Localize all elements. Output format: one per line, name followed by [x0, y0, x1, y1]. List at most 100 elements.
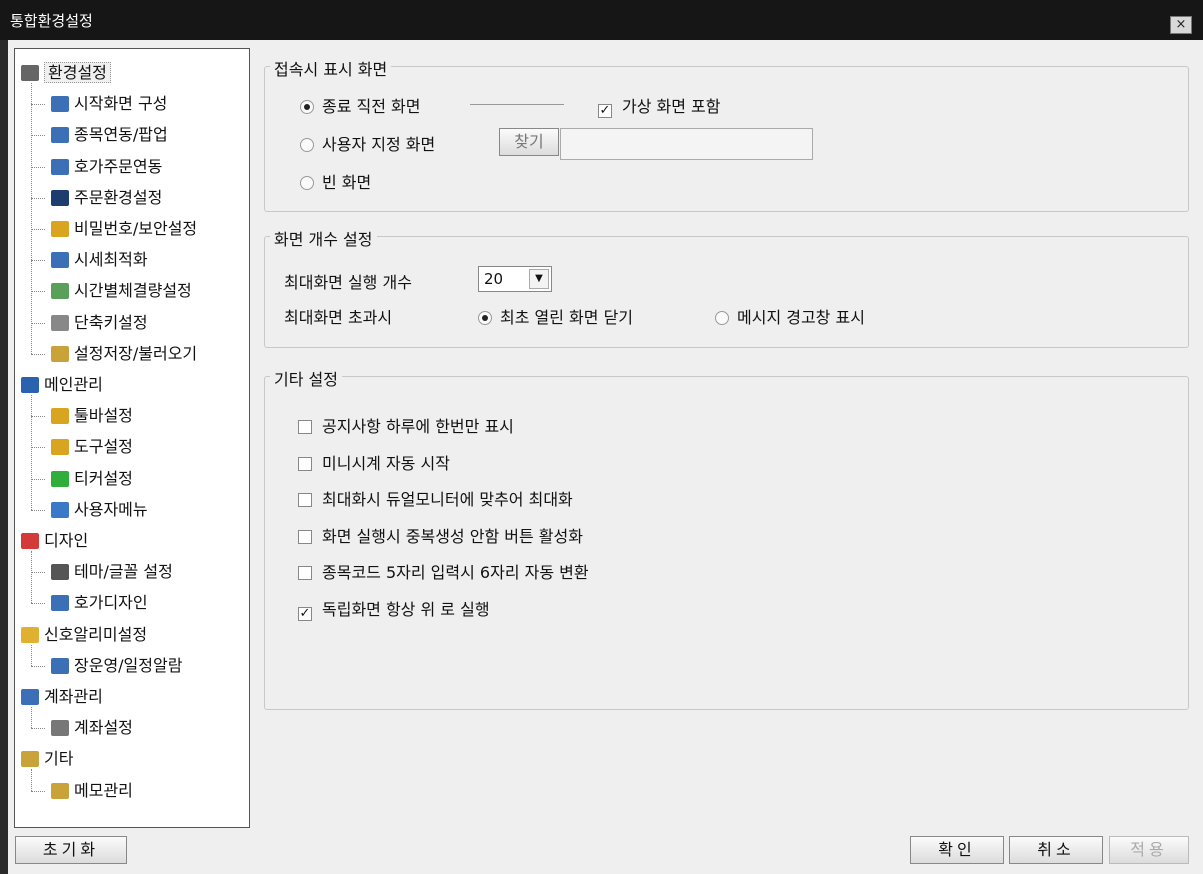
checkbox-box[interactable]: [298, 456, 312, 471]
window-title: 통합환경설정: [10, 12, 93, 30]
tree-connector: [31, 447, 45, 449]
tree-subitem-label: 주문환경설정: [74, 187, 163, 207]
tree-subitem[interactable]: 단축키설정: [51, 309, 148, 337]
startup-legend: 접속시 표시 화면: [270, 56, 392, 80]
tree-branch-line: [31, 644, 32, 666]
etc-option-label: 종목코드 5자리 입력시 6자리 자동 변환: [322, 563, 589, 582]
tree-subitem-label: 호가주문연동: [74, 156, 163, 176]
tree-subitem[interactable]: 툴바설정: [51, 402, 133, 430]
tree-item-main[interactable]: 메인관리: [21, 371, 103, 399]
tree-branch-line: [31, 707, 32, 729]
reset-button[interactable]: 초기화: [15, 836, 127, 864]
tree-item-etc[interactable]: 기타: [21, 745, 73, 773]
checkbox-box[interactable]: ✓: [298, 606, 312, 621]
screen-icon: [51, 96, 69, 113]
radio-user-screen[interactable]: 사용자 지정 화면: [300, 131, 435, 155]
radio-indicator[interactable]: [300, 100, 314, 114]
tree-subitem[interactable]: 주문환경설정: [51, 184, 162, 212]
tree-subitem[interactable]: 장운영/일정알람: [51, 652, 182, 680]
etc-option-label: 최대화시 듀얼모니터에 맞추어 최대화: [322, 490, 573, 509]
tree-subitem-label: 테마/글꼴 설정: [74, 562, 173, 582]
tree-branch-line: [31, 551, 32, 604]
cancel-button[interactable]: 취소: [1009, 836, 1103, 864]
find-button[interactable]: 찾기: [499, 128, 559, 156]
tools-icon: [51, 439, 69, 456]
etc-option-checkbox[interactable]: 미니시계 자동 시작: [298, 450, 450, 474]
folder-icon: [51, 345, 69, 362]
tree-subitem[interactable]: 시작화면 구성: [51, 90, 167, 118]
tree-subitem[interactable]: 계좌설정: [51, 714, 133, 742]
radio-indicator[interactable]: [300, 138, 314, 152]
screen-path-input[interactable]: [560, 128, 813, 160]
radio-indicator[interactable]: [300, 176, 314, 190]
etc-option-label: 미니시계 자동 시작: [322, 453, 450, 473]
tree-subitem[interactable]: 도구설정: [51, 433, 133, 461]
tree-item-signal[interactable]: 신호알리미설정: [21, 621, 147, 649]
tree-subitem[interactable]: 메모관리: [51, 777, 133, 805]
tools-icon: [51, 408, 69, 425]
tree-subitem[interactable]: 호가디자인: [51, 589, 148, 617]
radio-blank-screen[interactable]: 빈 화면: [300, 169, 371, 193]
max-count-select[interactable]: 20 ▼: [478, 266, 552, 292]
tree-subitem[interactable]: 비밀번호/보안설정: [51, 215, 197, 243]
tree-item-env[interactable]: 환경설정: [21, 59, 111, 87]
tree-item-label: 계좌관리: [44, 687, 103, 706]
tree-item-account[interactable]: 계좌관리: [21, 683, 103, 711]
tree-item-label: 기타: [44, 749, 74, 769]
tree-subitem[interactable]: 종목연동/팝업: [51, 121, 168, 149]
tree-subitem[interactable]: 테마/글꼴 설정: [51, 558, 173, 586]
etc-option-checkbox[interactable]: ✓ 독립화면 항상 위 로 실행: [298, 596, 490, 621]
ok-button[interactable]: 확인: [910, 836, 1004, 864]
tree-connector: [31, 665, 45, 667]
tree-branch-line: [31, 83, 32, 354]
checkbox-box[interactable]: [298, 493, 312, 507]
chevron-down-icon[interactable]: ▼: [529, 269, 549, 289]
separator-line: [470, 104, 564, 105]
checkbox-box[interactable]: [298, 566, 312, 580]
radio-indicator[interactable]: [715, 311, 729, 325]
tree-subitem-label: 툴바설정: [74, 406, 133, 426]
radio-close-first[interactable]: 최초 열린 화면 닫기: [478, 304, 633, 328]
etc-option-checkbox[interactable]: 공지사항 하루에 한번만 표시: [298, 413, 514, 437]
tree-subitem[interactable]: 시간별체결량설정: [51, 277, 192, 305]
tree-subitem[interactable]: 시세최적화: [51, 246, 148, 274]
tree-connector: [31, 197, 45, 199]
etc-option-checkbox[interactable]: 화면 실행시 중복생성 안함 버튼 활성화: [298, 523, 583, 547]
tree-item-label: 환경설정: [44, 62, 111, 83]
etc-option-checkbox[interactable]: 종목코드 5자리 입력시 6자리 자동 변환: [298, 559, 589, 583]
exceed-label: 최대화면 초과시: [284, 308, 393, 327]
keyboard-icon: [51, 314, 69, 331]
tree-connector: [31, 291, 45, 293]
tree-subitem-label: 시작화면 구성: [74, 94, 168, 114]
screen-icon: [51, 127, 69, 144]
close-icon[interactable]: ×: [1170, 16, 1192, 34]
tree-item-label: 메인관리: [44, 375, 103, 394]
include-virtual-checkbox[interactable]: ✓ 가상 화면 포함: [598, 93, 721, 118]
shield-icon: [51, 470, 69, 487]
tree-connector: [31, 509, 45, 511]
checkbox-box[interactable]: [298, 529, 312, 544]
checkbox-box[interactable]: ✓: [598, 104, 612, 118]
gear-icon: [21, 65, 39, 81]
screen-icon: [51, 189, 69, 206]
window-icon: [51, 720, 69, 737]
tree-connector: [31, 135, 45, 137]
radio-warn-message[interactable]: 메시지 경고창 표시: [715, 304, 865, 328]
checkbox-box[interactable]: [298, 420, 312, 434]
radio-blank-label: 빈 화면: [322, 173, 372, 192]
screen-icon: [51, 252, 69, 269]
tree-connector: [31, 104, 45, 106]
clock-icon: [51, 283, 69, 300]
tree-subitem[interactable]: 호가주문연동: [51, 153, 162, 181]
tree-subitem[interactable]: 사용자메뉴: [51, 496, 148, 524]
apply-button[interactable]: 적용: [1109, 836, 1189, 864]
radio-indicator[interactable]: [478, 311, 492, 325]
etc-option-checkbox[interactable]: 최대화시 듀얼모니터에 맞추어 최대화: [298, 486, 573, 510]
tree-connector: [31, 572, 45, 574]
etc-option-label: 화면 실행시 중복생성 안함 버튼 활성화: [322, 526, 583, 546]
tree-subitem[interactable]: 설정저장/불러오기: [51, 340, 197, 368]
radio-last-screen[interactable]: 종료 직전 화면: [300, 93, 421, 117]
tree-subitem[interactable]: 티커설정: [51, 465, 133, 493]
tree-subitem-label: 종목연동/팝업: [74, 125, 168, 145]
radio-warn-label: 메시지 경고창 표시: [737, 308, 865, 327]
